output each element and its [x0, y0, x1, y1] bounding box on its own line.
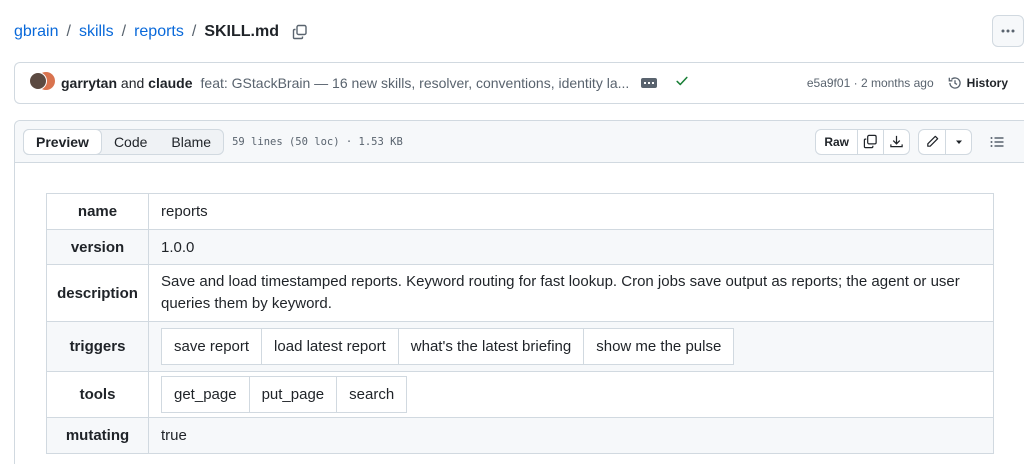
value-triggers: save report load latest report what's th…: [148, 321, 994, 372]
breadcrumb-reports-link[interactable]: reports: [134, 23, 184, 41]
tab-code[interactable]: Code: [102, 130, 159, 154]
edit-dropdown-chevron-icon[interactable]: [945, 129, 971, 154]
raw-actions-group: Raw: [815, 128, 910, 155]
tool-item: get_page: [161, 376, 250, 413]
commit-message-link[interactable]: feat: GStackBrain — 16 new skills, resol…: [201, 75, 630, 91]
latest-commit-bar: garrytan and claude feat: GStackBrain — …: [14, 62, 1024, 104]
value-mutating: true: [148, 417, 994, 454]
pencil-icon[interactable]: [919, 130, 945, 154]
table-row: tools get_page put_page search: [46, 371, 994, 418]
avatar: [29, 72, 47, 90]
edit-actions-group: [918, 128, 972, 155]
file-actions: Raw: [815, 128, 1006, 155]
trigger-item: load latest report: [261, 328, 399, 365]
history-button[interactable]: History: [948, 76, 1008, 90]
trigger-item: save report: [160, 328, 263, 365]
table-row: mutating true: [46, 417, 994, 454]
author-avatars[interactable]: [29, 72, 59, 94]
author-link[interactable]: garrytan: [61, 75, 117, 91]
table-row: description Save and load timestamped re…: [46, 264, 994, 322]
key-name: name: [46, 193, 149, 230]
breadcrumb-separator: /: [66, 23, 71, 40]
history-label: History: [966, 76, 1008, 90]
key-mutating: mutating: [46, 417, 149, 454]
raw-button[interactable]: Raw: [816, 130, 857, 154]
view-mode-tabs: Preview Code Blame: [23, 128, 225, 155]
table-row: name reports: [46, 193, 994, 230]
value-version: 1.0.0: [148, 229, 994, 265]
tab-blame[interactable]: Blame: [159, 130, 223, 154]
commit-sha-link[interactable]: e5a9f01: [807, 76, 850, 90]
download-icon[interactable]: [883, 129, 909, 154]
file-header: Preview Code Blame 59 lines (50 loc) · 1…: [15, 121, 1024, 163]
breadcrumb-separator: /: [191, 23, 197, 40]
frontmatter-table: name reports version 1.0.0 description S…: [46, 193, 994, 454]
table-row: version 1.0.0: [46, 229, 994, 265]
kebab-horizontal-icon: [1001, 29, 1015, 33]
expand-commit-message-button[interactable]: [641, 78, 658, 88]
key-version: version: [46, 229, 149, 265]
value-name: reports: [148, 193, 994, 230]
commit-age: 2 months ago: [860, 76, 934, 90]
triggers-list: save report load latest report what's th…: [160, 328, 735, 365]
tab-preview[interactable]: Preview: [23, 128, 102, 155]
breadcrumb-skills-link[interactable]: skills: [79, 23, 114, 41]
tools-list: get_page put_page search: [161, 376, 408, 413]
commit-meta: e5a9f01 · 2 months ago: [807, 76, 934, 90]
copy-raw-icon[interactable]: [857, 129, 883, 154]
more-options-button[interactable]: [992, 15, 1024, 47]
meta-dot: ·: [853, 76, 858, 90]
key-description: description: [46, 264, 149, 322]
tool-item: search: [336, 376, 408, 413]
table-row: triggers save report load latest report …: [46, 321, 994, 372]
outline-list-icon[interactable]: [988, 133, 1006, 151]
trigger-item: what's the latest briefing: [397, 328, 585, 365]
copy-icon[interactable]: [291, 23, 309, 41]
value-tools: get_page put_page search: [148, 371, 994, 418]
breadcrumb-separator: /: [121, 23, 127, 40]
file-viewer: Preview Code Blame 59 lines (50 loc) · 1…: [14, 120, 1024, 464]
commit-authors: garrytan and claude: [61, 75, 193, 91]
history-icon: [948, 77, 961, 89]
breadcrumb-file-name: SKILL.md: [204, 23, 279, 40]
tool-item: put_page: [248, 376, 338, 413]
key-tools: tools: [46, 371, 149, 418]
file-info: 59 lines (50 loc) · 1.53 KB: [232, 135, 403, 148]
check-icon[interactable]: [675, 74, 689, 92]
breadcrumb: gbrain / skills / reports / SKILL.md: [14, 20, 309, 44]
authors-conjunction: and: [120, 75, 145, 91]
author-link[interactable]: claude: [148, 75, 192, 91]
breadcrumb-repo-link[interactable]: gbrain: [14, 23, 58, 41]
key-triggers: triggers: [46, 321, 149, 372]
value-description: Save and load timestamped reports. Keywo…: [148, 264, 994, 322]
trigger-item: show me the pulse: [583, 328, 735, 365]
